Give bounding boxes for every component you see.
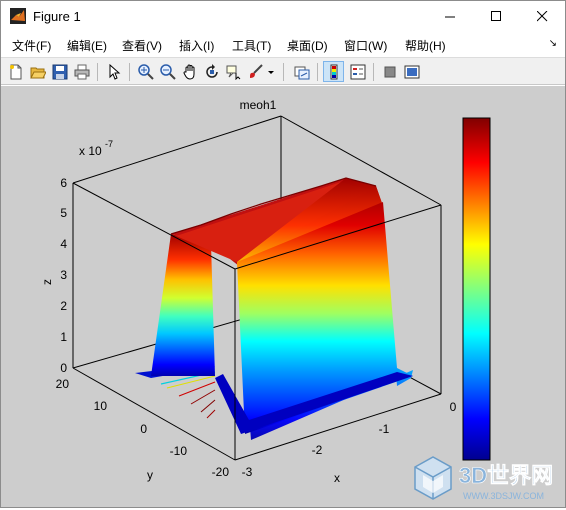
hide-plot-tools-icon: [384, 66, 395, 77]
open-file-button[interactable]: [27, 61, 48, 82]
data-cursor-icon: [226, 65, 240, 80]
y-tick-label: -10: [170, 444, 188, 458]
maximize-button[interactable]: [473, 1, 519, 32]
zoom-in-icon: [137, 63, 154, 80]
menu-dock-arrow-icon[interactable]: ↘: [549, 38, 557, 49]
legend-icon: [350, 64, 365, 79]
legend-button[interactable]: [347, 61, 368, 82]
z-axis-label: z: [40, 279, 54, 285]
matlab-logo-icon: [10, 8, 26, 24]
title-bar: Figure 1: [1, 1, 565, 32]
minimize-icon: [444, 16, 455, 18]
toolbar-separator: [283, 63, 284, 81]
toolbar-separator: [97, 63, 98, 81]
plot-svg: meoh1 x 10 -7 6 5 4 3 2 1 0 z 20 10 0 -1…: [40, 98, 491, 485]
brush-button[interactable]: [245, 61, 266, 82]
show-plot-tools-icon: [404, 65, 419, 78]
menu-edit[interactable]: 编辑(E): [67, 37, 107, 54]
toolbar-separator: [317, 63, 318, 81]
show-plot-tools-button[interactable]: [401, 61, 422, 82]
z-tick-label: 1: [60, 330, 67, 344]
toolbar-separator: [129, 63, 130, 81]
z-tick-label: 4: [60, 237, 67, 251]
minimize-button[interactable]: [427, 1, 473, 32]
print-button[interactable]: [71, 61, 92, 82]
x-tick-label: -1: [379, 422, 390, 436]
watermark-cube-icon: [414, 456, 452, 500]
zoom-out-icon: [159, 63, 176, 80]
z-tick-label: 5: [60, 206, 67, 220]
colorbar-button[interactable]: [323, 61, 344, 82]
close-button[interactable]: [519, 1, 565, 32]
menu-tools[interactable]: 工具(T): [232, 37, 271, 54]
brush-icon: [249, 63, 263, 78]
colorbar[interactable]: [462, 117, 491, 461]
watermark-url: WWW.3DSJW.COM: [463, 491, 544, 501]
menu-bar: 文件(F) 编辑(E) 查看(V) 插入(I) 工具(T) 桌面(D) 窗口(W…: [1, 34, 565, 56]
x-tick-label: -2: [312, 443, 323, 457]
link-plot-button[interactable]: [291, 61, 312, 82]
z-exponent-power: -7: [105, 139, 113, 149]
x-tick-label: -3: [242, 465, 253, 479]
menu-desktop[interactable]: 桌面(D): [287, 37, 328, 54]
new-file-button[interactable]: [5, 61, 26, 82]
rotate-3d-button[interactable]: [201, 61, 222, 82]
surface-plot: [151, 177, 413, 440]
print-icon: [74, 64, 89, 79]
edit-plot-button[interactable]: [103, 61, 124, 82]
rotate-3d-icon: [205, 63, 218, 78]
close-icon: [536, 11, 547, 22]
save-icon: [52, 64, 67, 79]
z-exponent-label: x 10: [79, 144, 102, 158]
x-tick-label: 0: [450, 400, 457, 414]
figure-canvas[interactable]: meoh1 x 10 -7 6 5 4 3 2 1 0 z 20 10 0 -1…: [1, 86, 565, 507]
menu-window[interactable]: 窗口(W): [344, 37, 387, 54]
y-axis-label: y: [147, 468, 153, 482]
z-tick-label: 3: [60, 268, 67, 282]
menu-view[interactable]: 查看(V): [122, 37, 162, 54]
z-tick-label: 0: [60, 361, 67, 375]
window-title: Figure 1: [33, 9, 81, 24]
data-cursor-button[interactable]: [223, 61, 244, 82]
y-tick-label: -20: [212, 465, 230, 479]
pan-hand-icon: [182, 63, 194, 80]
new-file-icon: [9, 64, 21, 79]
x-axis-label: x: [334, 471, 340, 485]
figure-toolbar: [1, 57, 565, 85]
open-folder-icon: [29, 67, 46, 78]
brush-dropdown-button[interactable]: [265, 61, 277, 82]
menu-file[interactable]: 文件(F): [12, 37, 51, 54]
colorbar-gradient: [462, 117, 491, 461]
colorbar-icon: [330, 64, 337, 79]
save-button[interactable]: [49, 61, 70, 82]
z-tick-label: 2: [60, 299, 67, 313]
toolbar-separator: [373, 63, 374, 81]
figure-window: Figure 1 文件(F) 编辑(E) 查看(V) 插入(I) 工具(T) 桌…: [0, 0, 566, 508]
maximize-icon: [490, 11, 501, 21]
y-tick-label: 10: [94, 399, 108, 413]
edit-plot-arrow-icon: [109, 63, 120, 80]
watermark: 3D世界网 WWW.3DSJW.COM: [411, 453, 561, 505]
y-tick-label: 0: [140, 422, 147, 436]
plot-title: meoh1: [240, 98, 277, 112]
link-plot-icon: [294, 66, 309, 79]
y-axis-ticks: 20 10 0 -10 -20: [56, 377, 230, 479]
hide-plot-tools-button[interactable]: [379, 61, 400, 82]
zoom-in-button[interactable]: [135, 61, 156, 82]
watermark-text: 3D世界网: [459, 463, 553, 488]
brush-dropdown-icon: [268, 70, 274, 74]
z-axis-ticks: 6 5 4 3 2 1 0: [60, 176, 67, 375]
z-tick-label: 6: [60, 176, 67, 190]
menu-insert[interactable]: 插入(I): [179, 37, 214, 54]
zoom-out-button[interactable]: [157, 61, 178, 82]
y-tick-label: 20: [56, 377, 70, 391]
menu-help[interactable]: 帮助(H): [405, 37, 446, 54]
pan-button[interactable]: [179, 61, 200, 82]
